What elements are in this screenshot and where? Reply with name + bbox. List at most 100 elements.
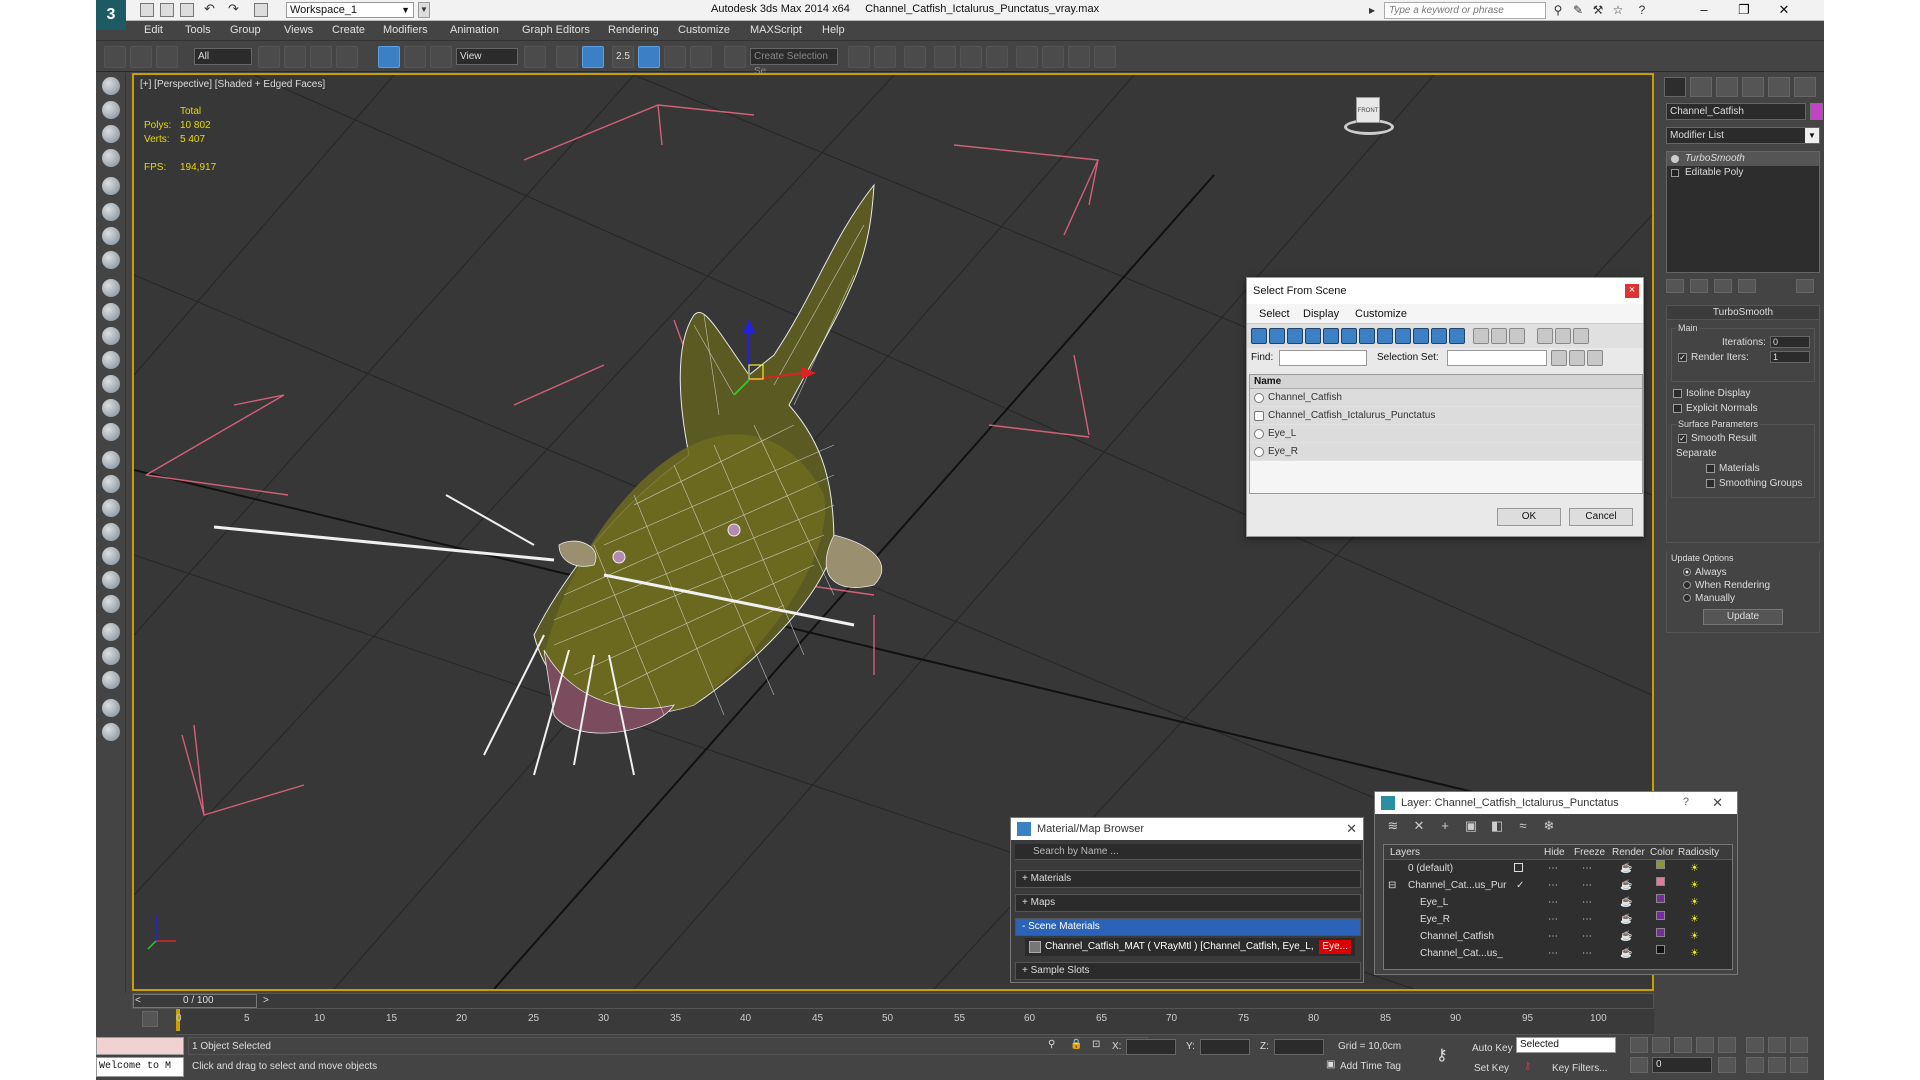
freeze-all-layers-icon[interactable]: ❄: [1541, 818, 1557, 834]
when-rendering-radio-row[interactable]: When Rendering: [1667, 579, 1819, 592]
layer-row[interactable]: ⊟ Channel_Cat...us_Pur ✓ ⋯ ⋯ ☕ ☀: [1384, 877, 1732, 894]
hair-icon[interactable]: [102, 571, 120, 589]
teapot-icon[interactable]: [102, 351, 120, 369]
configure-sets-icon[interactable]: [1796, 279, 1814, 293]
time-slider-thumb[interactable]: [133, 994, 257, 1008]
time-tag-icon[interactable]: ▣: [1326, 1059, 1335, 1070]
select-none-icon[interactable]: [1491, 328, 1507, 344]
render-setup-icon[interactable]: [1042, 46, 1064, 68]
smooth-result-row[interactable]: ✓ Smooth Result: [1672, 431, 1814, 446]
material-search-input[interactable]: Search by Name ...: [1015, 844, 1361, 860]
favorites-star-icon[interactable]: ☆: [1610, 2, 1626, 18]
dialog-close-button[interactable]: ×: [1625, 284, 1639, 298]
sun-light-icon[interactable]: [102, 399, 120, 417]
current-frame-field[interactable]: 0: [1652, 1057, 1712, 1073]
selection-set-dropdown[interactable]: [1447, 350, 1547, 366]
expand-minus-icon[interactable]: ⊟: [1388, 877, 1396, 894]
scatter-icon[interactable]: [102, 523, 120, 541]
menu-customize[interactable]: Customize: [678, 24, 730, 36]
foliage-icon[interactable]: [102, 547, 120, 565]
maximize-button[interactable]: ❐: [1724, 0, 1764, 20]
modify-tab-icon[interactable]: [1690, 77, 1712, 97]
open-file-icon[interactable]: [160, 3, 174, 17]
remove-modifier-icon[interactable]: [1738, 279, 1756, 293]
create-tab-icon[interactable]: [1664, 77, 1686, 97]
find-input[interactable]: [1279, 350, 1367, 366]
layer-row[interactable]: Eye_L ⋯ ⋯ ☕ ☀: [1384, 894, 1732, 911]
helper-icon[interactable]: [102, 203, 120, 221]
menu-display[interactable]: Display: [1303, 308, 1339, 320]
select-objects-in-layer-icon[interactable]: ▣: [1463, 818, 1479, 834]
iterations-spinner[interactable]: 0: [1770, 336, 1810, 348]
zoom-icon[interactable]: [1746, 1037, 1764, 1053]
filter-shapes-icon[interactable]: [1269, 328, 1285, 344]
undo-icon[interactable]: ↶: [204, 2, 218, 17]
manually-radio-row[interactable]: Manually: [1667, 592, 1819, 605]
close-button[interactable]: ✕: [1764, 0, 1804, 20]
hide-toggle[interactable]: ⋯: [1548, 894, 1558, 911]
menu-maxscript[interactable]: MAXScript: [750, 24, 802, 36]
orbit-icon[interactable]: [1790, 1057, 1808, 1073]
browser-close-button[interactable]: ✕: [1346, 821, 1357, 837]
pin-stack-icon[interactable]: [1666, 279, 1684, 293]
menu-modifiers[interactable]: Modifiers: [383, 24, 428, 36]
menu-edit[interactable]: Edit: [144, 24, 163, 36]
mirror-icon[interactable]: [848, 46, 870, 68]
save-file-icon[interactable]: [180, 3, 194, 17]
layer-row[interactable]: Eye_R ⋯ ⋯ ☕ ☀: [1384, 911, 1732, 928]
column-header-name[interactable]: Name: [1250, 375, 1642, 389]
light-icon[interactable]: [102, 177, 120, 195]
mini-curve-editor-icon[interactable]: [142, 1011, 158, 1027]
isoline-display-checkbox[interactable]: [1673, 388, 1682, 398]
selection-filter-dropdown[interactable]: All: [194, 48, 252, 65]
play-icon[interactable]: [1674, 1037, 1692, 1053]
cloth-icon[interactable]: [102, 595, 120, 613]
biped-icon[interactable]: [102, 499, 120, 517]
ok-button[interactable]: OK: [1497, 508, 1561, 526]
time-slider-next-icon[interactable]: >: [263, 995, 269, 1006]
link-icon[interactable]: [104, 46, 126, 68]
remove-from-set-icon[interactable]: [1587, 350, 1603, 366]
help-search-input[interactable]: Type a keyword or phrase: [1384, 2, 1546, 19]
always-radio[interactable]: [1683, 568, 1691, 577]
column-color[interactable]: Color: [1650, 845, 1674, 860]
field-of-view-icon[interactable]: [1746, 1057, 1764, 1073]
workspace-menu-icon[interactable]: ▼: [418, 2, 430, 18]
layer-row[interactable]: 0 (default) ⋯ ⋯ ☕ ☀: [1384, 860, 1732, 877]
x-coord-field[interactable]: [1126, 1039, 1176, 1055]
hierarchy-view-icon[interactable]: [1555, 328, 1571, 344]
menu-customize[interactable]: Customize: [1355, 308, 1407, 320]
smooth-result-checkbox[interactable]: ✓: [1678, 433, 1687, 443]
layer-color-swatch[interactable]: [1656, 894, 1665, 903]
percent-snap-icon[interactable]: [664, 46, 686, 68]
display-tab-icon[interactable]: [1768, 77, 1790, 97]
highlight-selected-layer-icon[interactable]: ◧: [1489, 818, 1505, 834]
filter-geometry-icon[interactable]: [1251, 328, 1267, 344]
sample-slots-section[interactable]: + Sample Slots: [1015, 962, 1361, 980]
select-and-move-icon[interactable]: [378, 46, 400, 68]
layer-close-button[interactable]: ✕: [1712, 795, 1723, 811]
radiosity-icon[interactable]: ☀: [1690, 928, 1699, 945]
menu-rendering[interactable]: Rendering: [608, 24, 659, 36]
rectangular-selection-icon[interactable]: [310, 46, 332, 68]
filter-helpers-icon[interactable]: [1323, 328, 1339, 344]
new-file-icon[interactable]: [140, 3, 154, 17]
expand-plus-icon[interactable]: [1671, 169, 1679, 177]
radiosity-icon[interactable]: ☀: [1690, 894, 1699, 911]
hide-toggle[interactable]: ⋯: [1548, 911, 1558, 928]
layer-explorer-icon[interactable]: [904, 46, 926, 68]
menu-animation[interactable]: Animation: [450, 24, 499, 36]
add-to-set-icon[interactable]: [1569, 350, 1585, 366]
menu-tools[interactable]: Tools: [185, 24, 211, 36]
redo-icon[interactable]: ↷: [228, 2, 242, 17]
maps-section[interactable]: + Maps: [1015, 894, 1361, 912]
render-iters-spinner[interactable]: 1: [1770, 351, 1810, 363]
script-icon[interactable]: [102, 699, 120, 717]
space-warp-icon[interactable]: [102, 251, 120, 269]
manually-radio[interactable]: [1683, 594, 1691, 603]
window-crossing-icon[interactable]: [336, 46, 358, 68]
filter-cameras-icon[interactable]: [1305, 328, 1321, 344]
current-layer-icon[interactable]: [1514, 863, 1523, 872]
maxscript-mini-listener[interactable]: Welcome to M: [96, 1057, 184, 1077]
column-freeze[interactable]: Freeze: [1574, 845, 1605, 860]
